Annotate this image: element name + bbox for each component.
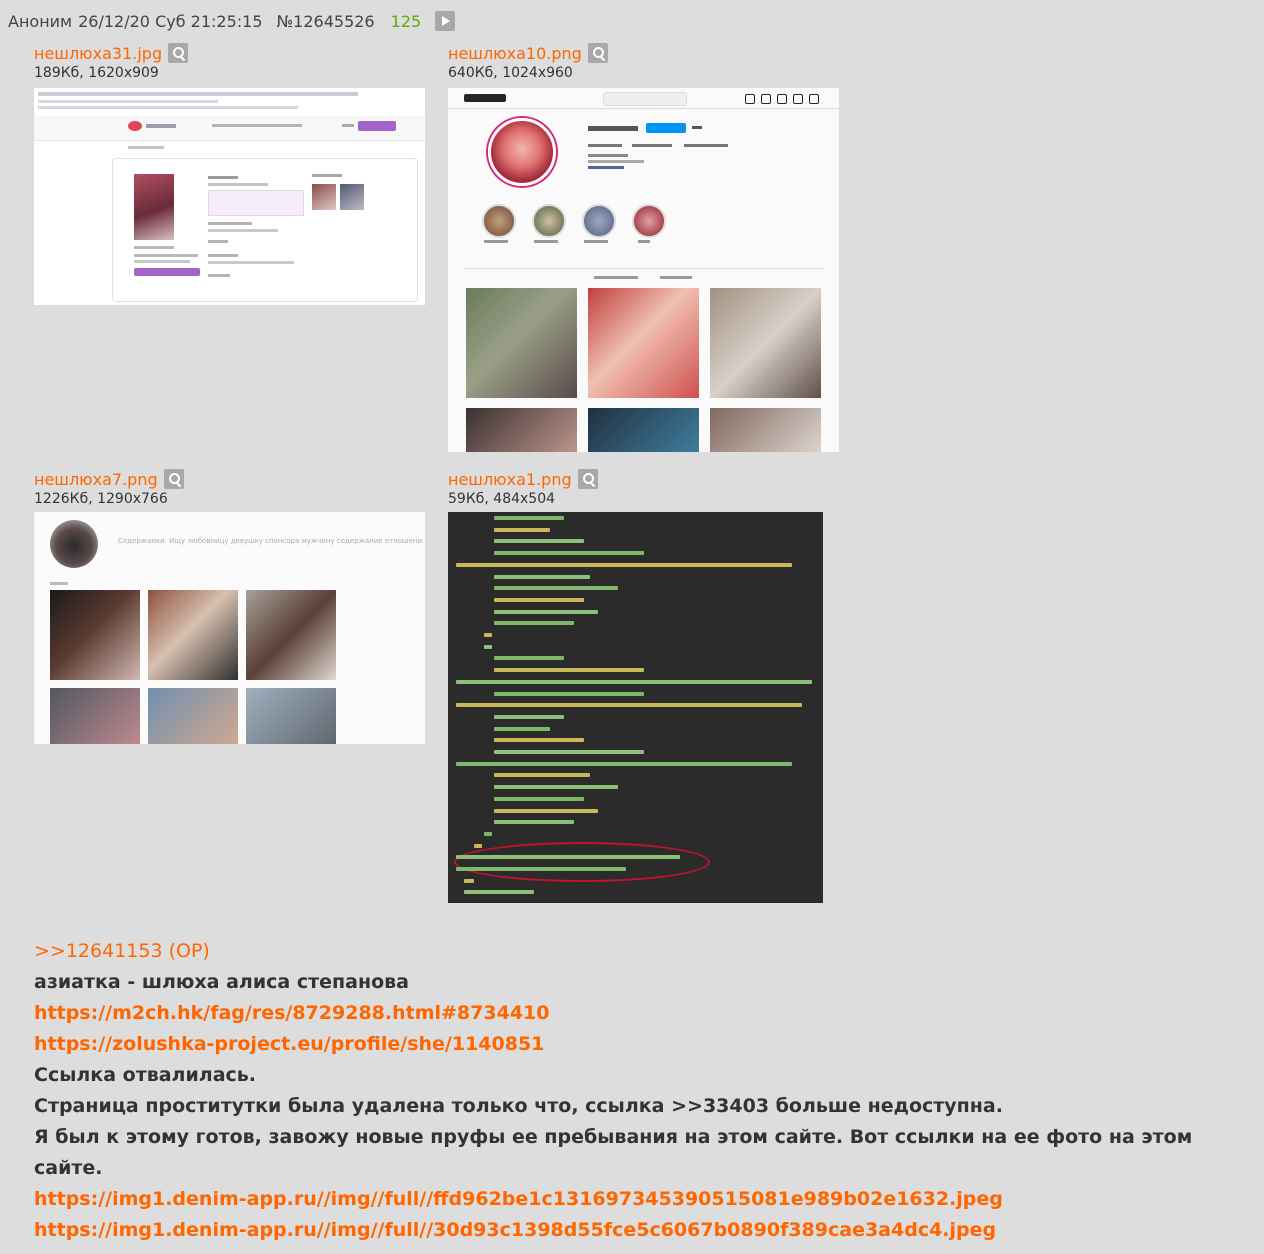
zoom-icon[interactable] xyxy=(587,43,608,63)
file-meta: 189Кб, 1620x909 xyxy=(34,65,159,81)
body-link[interactable]: https://img1.denim-app.ru//img//full//30… xyxy=(34,1215,1254,1246)
zoom-icon[interactable] xyxy=(577,469,598,489)
body-text: Страница проститутки была удалена только… xyxy=(34,1095,1003,1117)
post-number[interactable]: №12645526 xyxy=(277,12,375,31)
file-name-link[interactable]: нешлюха10.png xyxy=(448,44,582,63)
file-attachment-1: нешлюха31.jpg 189Кб, 1620x909 xyxy=(34,42,425,305)
zoom-icon[interactable] xyxy=(163,469,184,489)
file-meta: 59Кб, 484x504 xyxy=(448,491,556,507)
file-attachment-3: нешлюха7.png 1226Кб, 1290x766 Содержанки… xyxy=(34,468,425,744)
post-date: 26/12/20 Суб 21:25:15 xyxy=(78,11,263,31)
file-name-link[interactable]: нешлюха31.jpg xyxy=(34,44,162,63)
file-thumbnail[interactable] xyxy=(34,88,425,305)
file-meta: 1226Кб, 1290x766 xyxy=(34,491,168,507)
body-text: азиатка - шлюха алиса степанова xyxy=(34,971,409,993)
file-thumbnail[interactable] xyxy=(448,512,823,903)
file-thumbnail[interactable]: Содержанки. Ищу любовницу девушку спонсо… xyxy=(34,512,425,744)
zoom-icon[interactable] xyxy=(168,43,189,63)
profile-description: Содержанки. Ищу любовницу девушку спонсо… xyxy=(118,537,423,545)
file-name-link[interactable]: нешлюха1.png xyxy=(448,470,572,489)
play-icon[interactable] xyxy=(435,11,456,31)
reply-count[interactable]: 125 xyxy=(391,12,422,31)
file-name-link[interactable]: нешлюха7.png xyxy=(34,470,158,489)
post-author: Аноним xyxy=(8,11,73,31)
body-link[interactable]: https://img1.denim-app.ru//img//full//ff… xyxy=(34,1184,1254,1215)
file-thumbnail[interactable] xyxy=(448,88,839,452)
reply-reference-link[interactable]: >>12641153 (OP) xyxy=(34,936,1254,967)
body-link[interactable]: https://m2ch.hk/fag/res/8729288.html#873… xyxy=(34,998,1254,1029)
file-meta: 640Кб, 1024x960 xyxy=(448,65,573,81)
file-attachment-2: нешлюха10.png 640Кб, 1024x960 xyxy=(448,42,839,452)
body-text: Я был к этому готов, завожу новые пруфы … xyxy=(34,1126,1193,1179)
body-text: Ссылка отвалилась. xyxy=(34,1064,257,1086)
body-link[interactable]: https://zolushka-project.eu/profile/she/… xyxy=(34,1029,1254,1060)
post-body: >>12641153 (OP) азиатка - шлюха алиса ст… xyxy=(34,936,1254,1246)
post-header: Аноним 26/12/20 Суб 21:25:15 №12645526 1… xyxy=(8,10,456,32)
file-attachment-4: нешлюха1.png 59Кб, 484x504 xyxy=(448,468,823,903)
